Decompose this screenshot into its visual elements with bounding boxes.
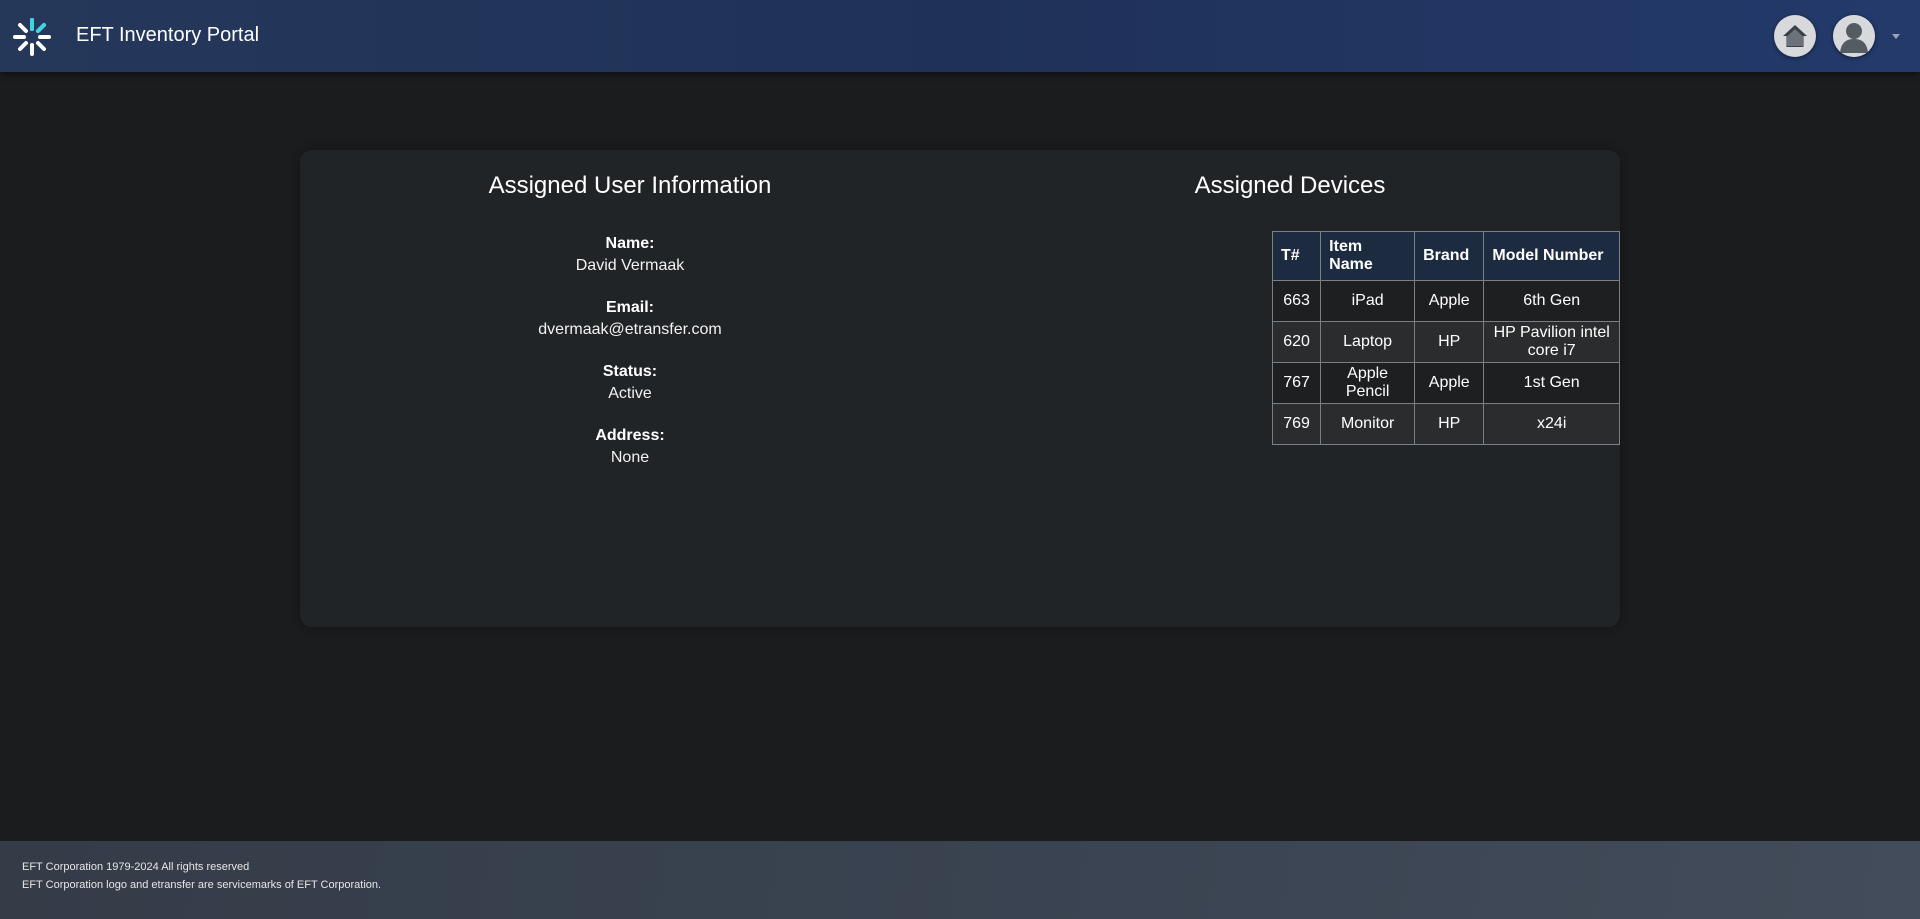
user-avatar-icon xyxy=(1833,15,1875,57)
cell-model-number: x24i xyxy=(1483,403,1620,445)
table-header-row: T# Item Name Brand Model Number xyxy=(1271,231,1620,281)
status-field: Status: Active xyxy=(300,362,960,406)
devices-table: T# Item Name Brand Model Number 663 iPad… xyxy=(1271,231,1620,445)
cell-tag: 769 xyxy=(1271,403,1322,445)
top-navbar: EFT Inventory Portal xyxy=(0,0,1920,72)
assignment-card: Assigned User Information Name: David Ve… xyxy=(300,150,1620,627)
column-header-tag[interactable]: T# xyxy=(1271,231,1322,281)
home-button[interactable] xyxy=(1774,15,1816,57)
app-title[interactable]: EFT Inventory Portal xyxy=(76,24,259,47)
cell-brand: HP xyxy=(1414,403,1485,445)
devices-title: Assigned Devices xyxy=(1194,172,1386,199)
name-value: David Vermaak xyxy=(575,257,685,274)
home-icon xyxy=(1783,25,1807,47)
column-header-item-name[interactable]: Item Name xyxy=(1320,231,1416,281)
cell-item-name: iPad xyxy=(1320,280,1416,322)
cell-item-name: Monitor xyxy=(1320,403,1416,445)
table-row[interactable]: 620 Laptop HP HP Pavilion intel core i7 xyxy=(1271,321,1620,363)
cell-brand: Apple xyxy=(1414,362,1485,404)
spinner-burst-logo[interactable] xyxy=(12,17,52,57)
table-row[interactable]: 769 Monitor HP x24i xyxy=(1271,403,1620,445)
status-label: Status: xyxy=(602,363,658,380)
cell-model-number: 6th Gen xyxy=(1483,280,1620,322)
page-footer: EFT Corporation 1979-2024 All rights res… xyxy=(0,841,1920,919)
caret-down-icon[interactable] xyxy=(1890,30,1902,42)
cell-model-number: HP Pavilion intel core i7 xyxy=(1483,321,1620,363)
column-header-brand[interactable]: Brand xyxy=(1414,231,1485,281)
name-label: Name: xyxy=(605,235,655,252)
address-label: Address: xyxy=(595,427,665,444)
cell-model-number: 1st Gen xyxy=(1483,362,1620,404)
user-avatar-button[interactable] xyxy=(1833,15,1875,57)
cell-item-name: Laptop xyxy=(1320,321,1416,363)
table-row[interactable]: 767 Apple Pencil Apple 1st Gen xyxy=(1271,362,1620,404)
name-field: Name: David Vermaak xyxy=(300,234,960,278)
cell-brand: HP xyxy=(1414,321,1485,363)
table-row[interactable]: 663 iPad Apple 6th Gen xyxy=(1271,280,1620,322)
user-info-title: Assigned User Information xyxy=(488,172,772,199)
email-value: dvermaak@etransfer.com xyxy=(538,321,722,338)
cell-item-name: Apple Pencil xyxy=(1320,362,1416,404)
email-field: Email: dvermaak@etransfer.com xyxy=(300,298,960,342)
address-value: None xyxy=(610,449,650,466)
column-header-model-number[interactable]: Model Number xyxy=(1483,231,1620,281)
footer-trademark: EFT Corporation logo and etransfer are s… xyxy=(22,879,382,891)
footer-copyright: EFT Corporation 1979-2024 All rights res… xyxy=(22,861,250,873)
status-value: Active xyxy=(608,385,652,402)
cell-tag: 767 xyxy=(1271,362,1322,404)
address-field: Address: None xyxy=(300,426,960,470)
email-label: Email: xyxy=(605,299,654,316)
cell-tag: 620 xyxy=(1271,321,1322,363)
cell-brand: Apple xyxy=(1414,280,1485,322)
cell-tag: 663 xyxy=(1271,280,1322,322)
